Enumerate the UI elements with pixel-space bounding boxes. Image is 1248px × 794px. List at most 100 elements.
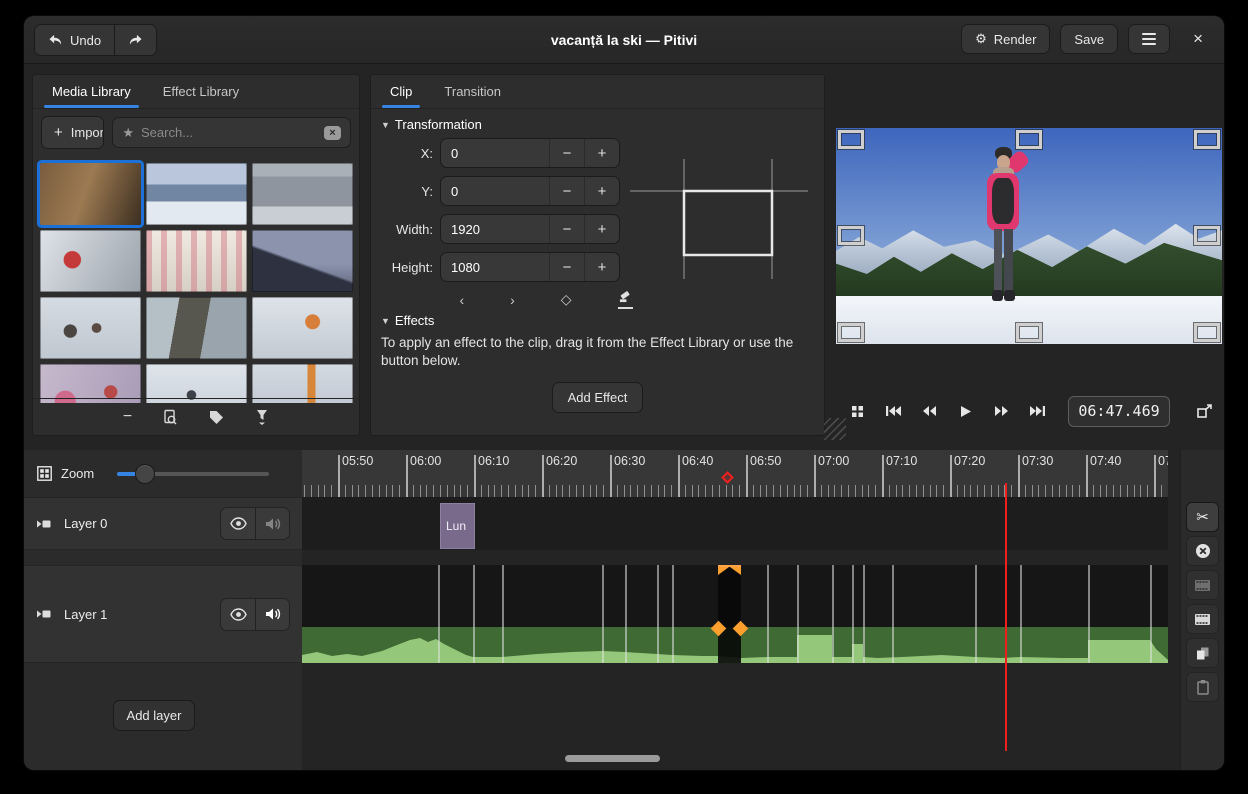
reset-keyframes-icon[interactable] xyxy=(618,290,633,309)
trim-handle-left-icon[interactable] xyxy=(718,567,729,575)
x-increment-button[interactable]: + xyxy=(584,139,619,167)
width-input[interactable] xyxy=(441,215,549,243)
tab-clip[interactable]: Clip xyxy=(375,75,427,108)
zoom-fit-icon[interactable] xyxy=(37,466,52,481)
tab-effect-library[interactable]: Effect Library xyxy=(148,75,254,108)
layer1-audio-button[interactable] xyxy=(255,599,289,630)
transform-handle-bottom-left[interactable] xyxy=(838,323,864,342)
media-thumbnail[interactable] xyxy=(40,297,141,359)
title-clip[interactable]: Lun xyxy=(440,503,475,549)
copy-button[interactable] xyxy=(1186,638,1219,668)
clip-edge[interactable] xyxy=(473,565,475,663)
dock-grid-icon[interactable] xyxy=(844,398,871,425)
add-layer-button[interactable]: Add layer xyxy=(113,700,195,731)
group-button[interactable] xyxy=(1186,604,1219,634)
clip-edge[interactable] xyxy=(797,565,799,663)
pane-resize-grip[interactable] xyxy=(824,418,846,440)
media-thumbnail[interactable] xyxy=(40,230,141,292)
clip-edge[interactable] xyxy=(832,565,834,663)
search-input[interactable] xyxy=(141,125,317,140)
render-button[interactable]: ⚙ Render xyxy=(961,24,1050,54)
transform-handle-left[interactable] xyxy=(838,226,864,245)
clip-edge[interactable] xyxy=(602,565,604,663)
transform-handle-top-right[interactable] xyxy=(1194,130,1220,149)
clip-edge[interactable] xyxy=(625,565,627,663)
paste-button[interactable] xyxy=(1186,672,1219,702)
height-increment-button[interactable]: + xyxy=(584,253,619,281)
zoom-slider-knob[interactable] xyxy=(135,464,155,484)
timecode-display[interactable]: 06:47.469 xyxy=(1068,396,1170,427)
zoom-slider[interactable] xyxy=(117,472,269,476)
clip-properties-icon[interactable] xyxy=(162,409,178,426)
media-thumbnail[interactable] xyxy=(146,297,247,359)
save-button[interactable]: Save xyxy=(1060,24,1118,54)
transform-handle-bottom-right[interactable] xyxy=(1194,323,1220,342)
clip-edge[interactable] xyxy=(657,565,659,663)
transform-handle-right[interactable] xyxy=(1194,226,1220,245)
delete-clip-button[interactable] xyxy=(1186,536,1219,566)
horizontal-scrollbar-thumb[interactable] xyxy=(565,755,660,762)
skip-start-button[interactable] xyxy=(880,398,907,425)
clip-edge[interactable] xyxy=(1020,565,1022,663)
import-button[interactable]: + Import xyxy=(42,117,104,148)
y-input[interactable] xyxy=(441,177,549,205)
layer1-track[interactable] xyxy=(302,565,1168,663)
add-effect-button[interactable]: Add Effect xyxy=(552,382,644,413)
selected-clip[interactable] xyxy=(718,565,741,663)
layer0-audio-button[interactable] xyxy=(255,508,289,539)
clip-edge[interactable] xyxy=(438,565,440,663)
height-decrement-button[interactable]: − xyxy=(549,253,584,281)
play-button[interactable] xyxy=(952,398,979,425)
clip-edge[interactable] xyxy=(892,565,894,663)
y-increment-button[interactable]: + xyxy=(584,177,619,205)
rewind-button[interactable] xyxy=(916,398,943,425)
media-thumbnail[interactable] xyxy=(146,230,247,292)
split-clip-button[interactable]: ✂ xyxy=(1186,502,1219,532)
close-button[interactable]: × xyxy=(1180,24,1216,54)
undock-viewer-icon[interactable] xyxy=(1191,398,1218,425)
prev-keyframe-icon[interactable]: ‹ xyxy=(459,292,464,308)
trim-handle-right-icon[interactable] xyxy=(730,567,741,575)
height-input[interactable] xyxy=(441,253,549,281)
preview-canvas[interactable] xyxy=(836,128,1222,344)
playhead[interactable] xyxy=(1005,483,1007,751)
next-keyframe-icon[interactable]: › xyxy=(510,292,515,308)
filter-icon[interactable] xyxy=(255,409,269,426)
media-thumbnail[interactable] xyxy=(146,163,247,225)
remove-asset-icon[interactable]: − xyxy=(123,408,132,426)
clip-edge[interactable] xyxy=(672,565,674,663)
clip-edge[interactable] xyxy=(852,565,854,663)
media-thumbnail[interactable] xyxy=(252,230,353,292)
skip-end-button[interactable] xyxy=(1024,398,1051,425)
tab-transition[interactable]: Transition xyxy=(429,75,516,108)
width-increment-button[interactable]: + xyxy=(584,215,619,243)
media-thumbnail[interactable] xyxy=(252,297,353,359)
redo-button[interactable] xyxy=(114,25,156,55)
y-decrement-button[interactable]: − xyxy=(549,177,584,205)
layer-handle-icon[interactable] xyxy=(36,607,52,621)
layer-handle-icon[interactable] xyxy=(36,517,52,531)
transform-handle-bottom[interactable] xyxy=(1016,323,1042,342)
menu-button[interactable] xyxy=(1128,24,1170,54)
clip-edge[interactable] xyxy=(863,565,865,663)
transformation-header[interactable]: ▼ Transformation xyxy=(381,117,814,132)
clip-edge[interactable] xyxy=(1150,565,1152,663)
media-thumbnail[interactable] xyxy=(40,163,141,225)
clip-edge[interactable] xyxy=(975,565,977,663)
tab-media-library[interactable]: Media Library xyxy=(37,75,146,108)
fast-forward-button[interactable] xyxy=(988,398,1015,425)
star-icon[interactable]: ★ xyxy=(122,125,134,141)
undo-button[interactable]: Undo xyxy=(35,25,114,55)
layer1-visibility-button[interactable] xyxy=(221,599,255,630)
layer0-track[interactable]: Lun xyxy=(302,497,1168,550)
x-decrement-button[interactable]: − xyxy=(549,139,584,167)
clear-search-icon[interactable]: × xyxy=(324,126,341,140)
media-thumbnail[interactable] xyxy=(252,163,353,225)
width-decrement-button[interactable]: − xyxy=(549,215,584,243)
clip-edge[interactable] xyxy=(1088,565,1090,663)
transform-handle-top[interactable] xyxy=(1016,130,1042,149)
layer0-visibility-button[interactable] xyxy=(221,508,255,539)
x-input[interactable] xyxy=(441,139,549,167)
clip-edge[interactable] xyxy=(767,565,769,663)
toggle-keyframe-icon[interactable]: ◇ xyxy=(561,291,572,308)
